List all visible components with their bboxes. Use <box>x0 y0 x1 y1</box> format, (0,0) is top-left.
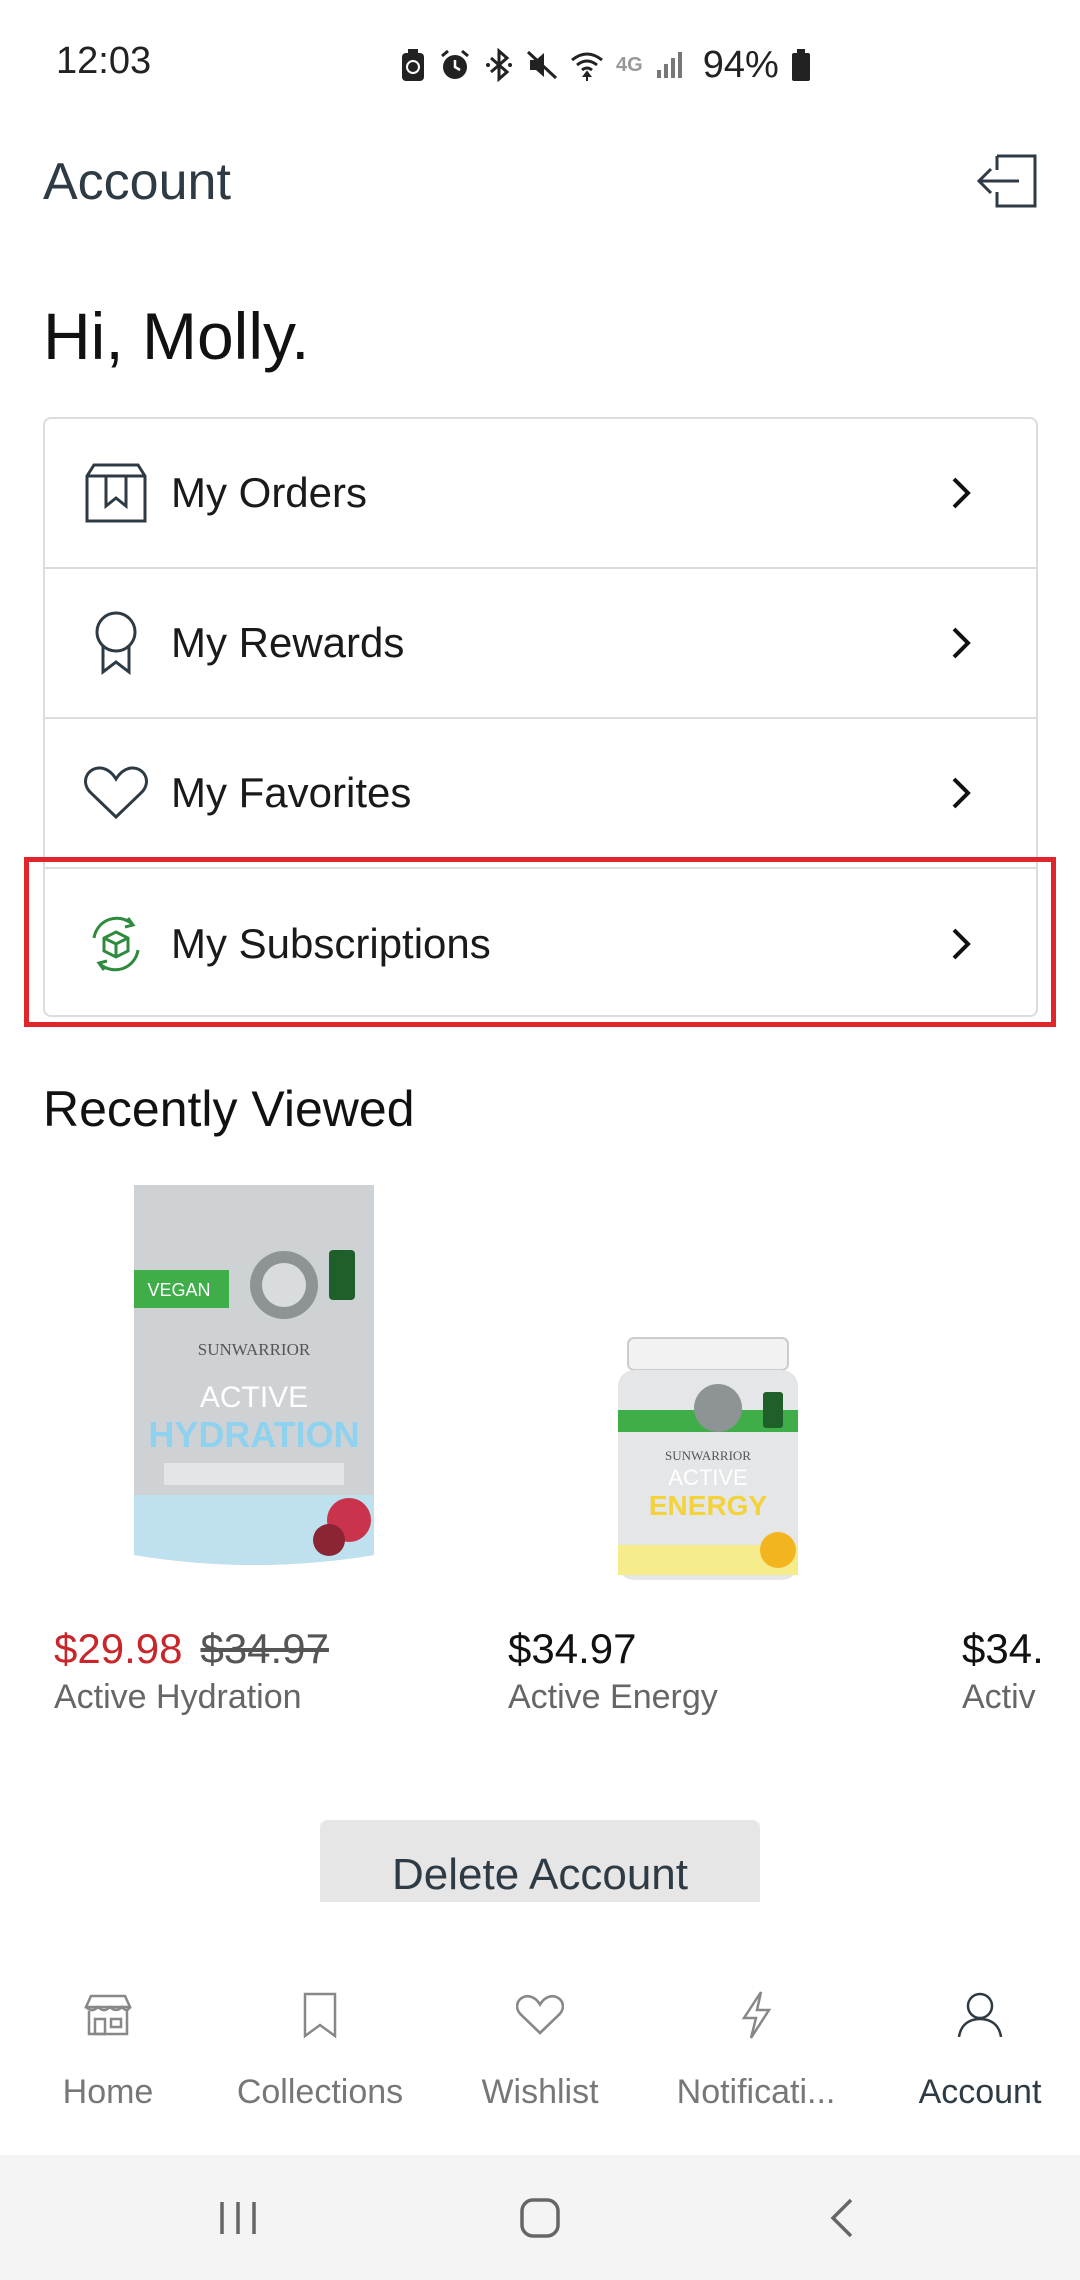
menu-item-label: My Orders <box>171 469 368 516</box>
user-icon <box>872 1985 1080 2045</box>
recent-apps-icon <box>220 2202 256 2234</box>
nav-label: Collections <box>236 2073 404 2111</box>
logout-button[interactable] <box>972 148 1042 214</box>
back-arrow-icon <box>830 2198 853 2238</box>
nav-collections[interactable]: Collections <box>212 1955 428 2155</box>
nav-account[interactable]: Account <box>872 1955 1080 2155</box>
product-name: Active Energy <box>508 1678 718 1716</box>
signal-icon <box>656 52 682 78</box>
nav-wishlist[interactable]: Wishlist <box>432 1955 648 2155</box>
recently-viewed-carousel[interactable]: VEGAN SUNWARRIOR ACTIVE HYDRATION $29.98… <box>0 1170 1080 1730</box>
alarm-icon <box>441 49 469 79</box>
home-button[interactable] <box>500 2183 580 2253</box>
recently-viewed-title: Recently Viewed <box>43 1081 415 1137</box>
svg-text:ENERGY: ENERGY <box>649 1490 768 1521</box>
price: $34.97 <box>508 1625 637 1672</box>
delete-account-button[interactable]: Delete Account <box>320 1820 760 1902</box>
mute-icon <box>526 50 558 80</box>
menu-item-my-rewards[interactable]: My Rewards <box>45 569 1036 719</box>
status-bar: 12:03 4G 94% <box>0 0 1080 130</box>
status-time: 12:03 <box>56 40 152 82</box>
system-nav-bar <box>0 2155 1080 2280</box>
battery-percent: 94% <box>702 43 779 86</box>
svg-text:SUNWARRIOR: SUNWARRIOR <box>198 1340 311 1359</box>
sale-price: $29.98 <box>54 1625 183 1672</box>
price-row: $34.97 <box>508 1625 636 1673</box>
menu-item-label: My Favorites <box>171 769 412 816</box>
account-menu: My Orders My Rewards My Favorites My Sub… <box>43 417 1038 1017</box>
price-row: $29.98 $34.97 <box>54 1625 329 1673</box>
nav-label: Account <box>918 2073 1042 2111</box>
menu-item-my-orders[interactable]: My Orders <box>45 419 1036 569</box>
heart-icon <box>432 1985 648 2045</box>
network-type: 4G <box>616 53 643 76</box>
product-card[interactable]: SUNWARRIOR ACTIVE ENERGY $34.97 Active E… <box>498 1170 918 1730</box>
nav-label: Wishlist <box>481 2073 599 2111</box>
bookmark-icon <box>212 1985 428 2045</box>
delete-account-wrapper: Delete Account <box>320 1820 760 1902</box>
bluetooth-icon <box>486 48 512 82</box>
original-price: $34.97 <box>200 1625 329 1672</box>
menu-item-my-subscriptions[interactable]: My Subscriptions <box>45 869 1036 1019</box>
product-card[interactable]: VEGAN SUNWARRIOR ACTIVE HYDRATION $29.98… <box>44 1170 464 1730</box>
battery-saver-icon <box>402 49 424 81</box>
logout-icon <box>976 154 1037 208</box>
status-icons: 4G 94% <box>400 40 811 90</box>
chevron-right-icon <box>946 473 976 513</box>
nav-label: Home <box>62 2073 154 2111</box>
chevron-right-icon <box>946 623 976 663</box>
product-card[interactable]: $34. Activ <box>952 1170 1080 1730</box>
bottom-nav: Home Collections Wishlist Notificati... … <box>0 1955 1080 2155</box>
menu-item-my-favorites[interactable]: My Favorites <box>45 719 1036 869</box>
subscription-cycle-icon <box>81 909 151 979</box>
heart-icon <box>81 758 151 828</box>
price: $34. <box>962 1625 1044 1672</box>
lightning-icon <box>648 1985 864 2045</box>
nav-label: Notificati... <box>676 2073 836 2111</box>
product-image: VEGAN SUNWARRIOR ACTIVE HYDRATION <box>44 1170 464 1590</box>
svg-text:ACTIVE: ACTIVE <box>200 1381 308 1414</box>
svg-text:SUNWARRIOR: SUNWARRIOR <box>665 1448 751 1463</box>
back-button[interactable] <box>802 2183 882 2253</box>
wifi-icon <box>571 52 603 81</box>
box-icon <box>81 458 151 528</box>
menu-item-label: My Rewards <box>171 619 405 666</box>
menu-item-label: My Subscriptions <box>171 920 491 967</box>
battery-icon <box>791 49 810 81</box>
product-name: Active Hydration <box>54 1678 302 1716</box>
chevron-right-icon <box>946 924 976 964</box>
product-image: SUNWARRIOR ACTIVE ENERGY <box>498 1170 918 1590</box>
price-row: $34. <box>962 1625 1044 1673</box>
nav-home[interactable]: Home <box>0 1955 216 2155</box>
nav-notifications[interactable]: Notificati... <box>648 1955 864 2155</box>
svg-text:ACTIVE: ACTIVE <box>668 1465 747 1490</box>
chevron-right-icon <box>946 773 976 813</box>
store-icon <box>0 1985 216 2045</box>
product-name: Activ <box>962 1678 1036 1716</box>
svg-text:VEGAN: VEGAN <box>147 1280 210 1300</box>
home-circle-icon <box>520 2198 560 2238</box>
svg-text:HYDRATION: HYDRATION <box>148 1414 359 1455</box>
award-ribbon-icon <box>81 608 151 678</box>
recent-apps-button[interactable] <box>198 2183 278 2253</box>
greeting: Hi, Molly. <box>43 299 310 373</box>
page-title: Account <box>43 153 231 211</box>
